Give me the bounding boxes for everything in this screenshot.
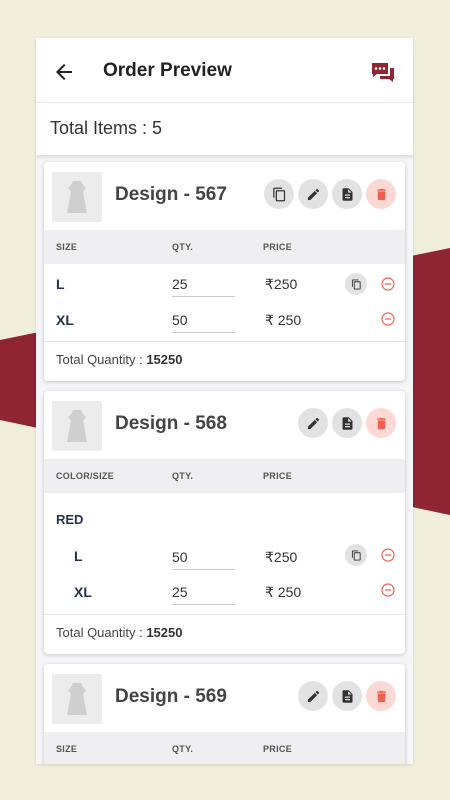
copy-button[interactable] xyxy=(264,179,294,209)
pencil-icon xyxy=(307,188,319,200)
minus-circle-icon[interactable] xyxy=(381,277,395,291)
design-name: Design - 567 xyxy=(115,184,227,205)
edit-button[interactable] xyxy=(298,179,328,209)
price-value: ₹250 xyxy=(265,549,298,565)
chat-icon xyxy=(372,63,394,82)
delete-button[interactable] xyxy=(366,179,396,209)
size-label: XL xyxy=(74,584,92,600)
page-title: Order Preview xyxy=(103,60,232,81)
column-price: PRICE xyxy=(263,744,293,754)
dress-icon xyxy=(67,181,87,213)
column-color-size: COLOR/SIZE xyxy=(56,471,115,481)
dress-icon xyxy=(67,410,87,442)
size-label: L xyxy=(56,276,65,292)
price-value: ₹ 250 xyxy=(265,312,302,328)
quantity-input[interactable]: 25 xyxy=(172,584,235,605)
total-quantity-label: Total Quantity : xyxy=(56,625,147,640)
app-header: Order Preview xyxy=(36,38,413,102)
divider xyxy=(44,614,405,615)
copy-row-button[interactable] xyxy=(345,544,367,566)
total-quantity-value: 15250 xyxy=(146,352,183,367)
document-icon xyxy=(342,187,352,201)
column-price: PRICE xyxy=(263,242,293,252)
quantity-input[interactable]: 50 xyxy=(172,312,235,333)
product-thumbnail xyxy=(52,401,102,451)
column-price: PRICE xyxy=(263,471,293,481)
chat-button[interactable] xyxy=(370,60,396,86)
total-items-label: Total Items : 5 xyxy=(50,118,163,138)
copy-icon xyxy=(272,187,285,201)
design-card: Design - 567 SIZE QTY. PRICE L 25 ₹250 X… xyxy=(44,162,405,381)
copy-row-button[interactable] xyxy=(345,273,367,295)
minus-circle-icon[interactable] xyxy=(381,548,395,562)
notes-button[interactable] xyxy=(332,681,362,711)
order-summary-bar: Total Items : 5 xyxy=(36,102,413,155)
copy-icon xyxy=(351,278,361,290)
product-thumbnail xyxy=(52,172,102,222)
total-quantity-value: 15250 xyxy=(146,625,183,640)
color-label: RED xyxy=(56,512,84,527)
edit-button[interactable] xyxy=(298,408,328,438)
product-thumbnail xyxy=(52,674,102,724)
delete-button[interactable] xyxy=(366,681,396,711)
copy-icon xyxy=(351,549,361,561)
column-qty: QTY. xyxy=(172,744,194,754)
trash-icon xyxy=(376,188,386,200)
table-header: SIZE QTY. PRICE xyxy=(44,732,405,764)
column-qty: QTY. xyxy=(172,471,194,481)
pencil-icon xyxy=(307,690,319,702)
minus-circle-icon[interactable] xyxy=(381,583,395,597)
design-name: Design - 569 xyxy=(115,686,227,707)
size-label: L xyxy=(74,548,83,564)
column-qty: QTY. xyxy=(172,242,194,252)
notes-button[interactable] xyxy=(332,408,362,438)
total-quantity: Total Quantity : 15250 xyxy=(56,625,182,640)
trash-icon xyxy=(376,417,386,429)
edit-button[interactable] xyxy=(298,681,328,711)
table-header: COLOR/SIZE QTY. PRICE xyxy=(44,459,405,493)
document-icon xyxy=(342,689,352,703)
document-icon xyxy=(342,416,352,430)
trash-icon xyxy=(376,690,386,702)
price-value: ₹250 xyxy=(265,276,298,292)
design-card: Design - 568 COLOR/SIZE QTY. PRICE RED L… xyxy=(44,391,405,654)
total-quantity-label: Total Quantity : xyxy=(56,352,147,367)
app-screen: Order Preview Total Items : 5 Design - 5… xyxy=(36,38,413,764)
quantity-input[interactable]: 25 xyxy=(172,276,235,297)
divider xyxy=(44,341,405,342)
back-button[interactable] xyxy=(52,60,76,84)
delete-button[interactable] xyxy=(366,408,396,438)
table-header: SIZE QTY. PRICE xyxy=(44,230,405,264)
column-size: SIZE xyxy=(56,744,78,754)
notes-button[interactable] xyxy=(332,179,362,209)
quantity-input[interactable]: 50 xyxy=(172,549,235,570)
size-label: XL xyxy=(56,312,74,328)
minus-circle-icon[interactable] xyxy=(381,312,395,326)
arrow-left-icon xyxy=(56,64,72,80)
total-quantity: Total Quantity : 15250 xyxy=(56,352,182,367)
pencil-icon xyxy=(307,417,319,429)
design-card: Design - 569 SIZE QTY. PRICE xyxy=(44,664,405,764)
column-size: SIZE xyxy=(56,242,78,252)
design-name: Design - 568 xyxy=(115,413,227,434)
price-value: ₹ 250 xyxy=(265,584,302,600)
dress-icon xyxy=(67,683,87,715)
